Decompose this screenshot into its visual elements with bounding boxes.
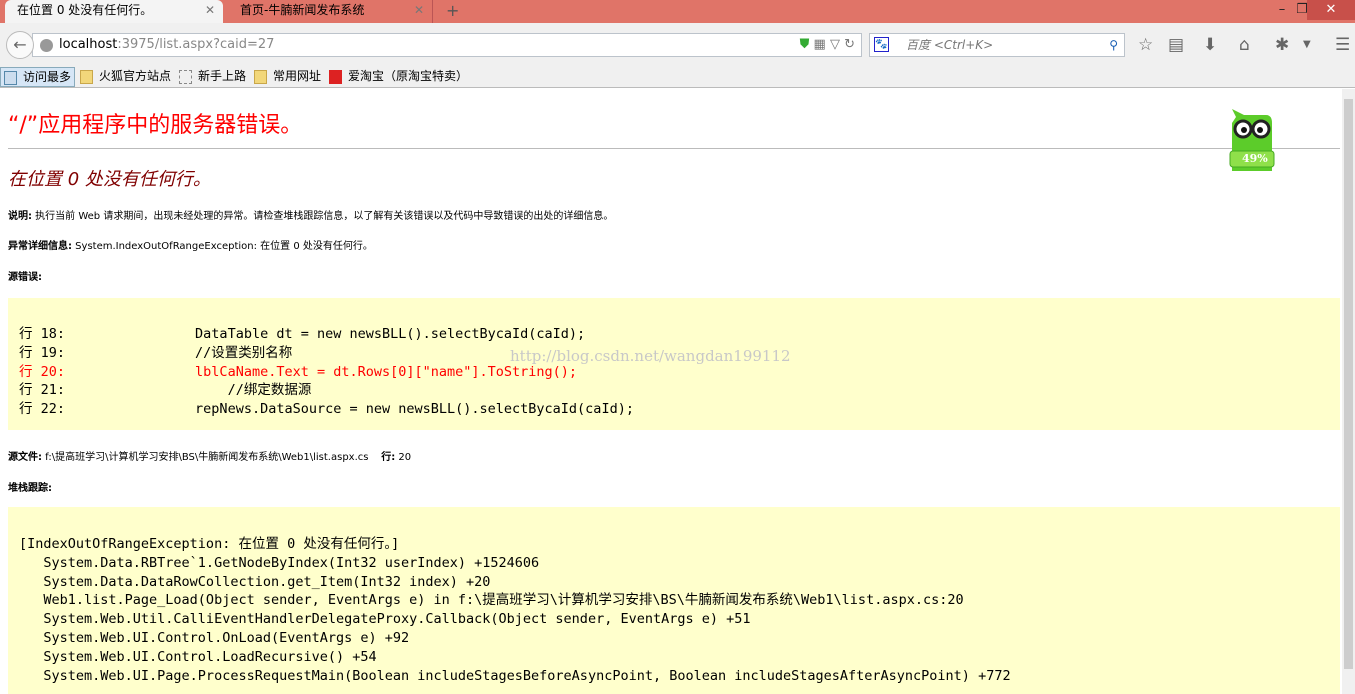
stack-line: System.Data.RBTree`1.GetNodeByIndex(Int3… — [19, 554, 540, 571]
search-input[interactable]: 🐾 百度 <Ctrl+K> ⚲ — [869, 33, 1125, 57]
tab-bar: 在位置 0 处没有任何行。 ✕ 首页-牛腩新闻发布系统 ✕ + – ❐ ✕ — [0, 0, 1355, 23]
bookmark-label: 常用网址 — [273, 69, 322, 83]
bookmark-star-icon[interactable]: ☆ — [1138, 35, 1153, 55]
download-icon[interactable]: ⬇ — [1203, 35, 1217, 55]
label: 行: — [381, 452, 396, 463]
addon-icon[interactable]: ✱ — [1275, 35, 1289, 55]
source-file: 源文件: f:\提高班学习\计算机学习安排\BS\牛腩新闻发布系统\Web1\l… — [8, 448, 411, 463]
text: 20 — [395, 452, 412, 463]
new-tab-button[interactable]: + — [446, 0, 459, 21]
bookmark-label: 爱淘宝（原淘宝特卖） — [348, 69, 469, 83]
text: 执行当前 Web 请求期间，出现未经处理的异常。请检查堆栈跟踪信息，以了解有关该… — [32, 211, 614, 222]
search-icon[interactable]: ⚲ — [1109, 34, 1118, 56]
stack-line: System.Web.UI.Page.ProcessRequestMain(Bo… — [19, 667, 1011, 684]
home-icon[interactable]: ⌂ — [1239, 35, 1250, 55]
bookmark-firefox-site[interactable]: 火狐官方站点 — [77, 67, 171, 87]
text: System.IndexOutOfRangeException: 在位置 0 处… — [72, 241, 373, 252]
mascot-percent: 49% — [1242, 152, 1268, 165]
bookmark-common-sites[interactable]: 常用网址 — [251, 67, 321, 87]
code-line: 行 21: //绑定数据源 — [19, 382, 312, 399]
source-error-heading: 源错误: — [8, 268, 42, 283]
code-line: 行 22: repNews.DataSource = new newsBLL()… — [19, 401, 634, 418]
shield-icon[interactable]: ⛊ — [800, 37, 810, 52]
close-window-button[interactable]: ✕ — [1307, 0, 1355, 20]
label: 异常详细信息: — [8, 241, 72, 252]
reload-icon[interactable]: ↻ — [844, 37, 855, 52]
exception-details: 异常详细信息: System.IndexOutOfRangeException:… — [8, 237, 373, 252]
url-path: :3975/list.aspx?caid=27 — [117, 37, 275, 52]
tab-label: 首页-牛腩新闻发布系统 — [240, 3, 365, 17]
stack-line: System.Data.DataRowCollection.get_Item(I… — [19, 573, 491, 590]
stack-line: System.Web.Util.CalliEventHandlerDelegat… — [19, 611, 751, 628]
code-line-error: 行 20: lblCaName.Text = dt.Rows[0]["name"… — [19, 363, 578, 380]
menu-icon[interactable]: ☰ — [1335, 35, 1350, 55]
globe-icon — [40, 39, 53, 52]
error-subtitle: 在位置 0 处没有任何行。 — [8, 169, 211, 190]
bookmark-taobao[interactable]: 爱淘宝（原淘宝特卖） — [326, 67, 468, 87]
stack-line: [IndexOutOfRangeException: 在位置 0 处没有任何行。… — [19, 536, 400, 552]
search-page-icon — [4, 71, 17, 85]
tab-error-page[interactable]: 在位置 0 处没有任何行。 ✕ — [5, 0, 223, 23]
label: 源错误: — [8, 272, 42, 283]
dashed-page-icon — [179, 70, 192, 84]
bookmark-getting-started[interactable]: 新手上路 — [176, 67, 246, 87]
search-placeholder: 百度 <Ctrl+K> — [906, 38, 994, 52]
folder-icon — [254, 70, 267, 84]
label: 说明: — [8, 211, 32, 222]
scrollbar-thumb[interactable] — [1344, 99, 1353, 669]
nav-bar: localhost:3975/list.aspx?caid=27 ⛊ ▦ ▽ ↻… — [0, 23, 1355, 66]
label: 源文件: — [8, 452, 42, 463]
close-tab-icon[interactable]: ✕ — [205, 0, 215, 21]
page-content: “/”应用程序中的服务器错误。 在位置 0 处没有任何行。 49% 说明: 执行… — [0, 89, 1342, 694]
bookmark-label: 火狐官方站点 — [99, 69, 172, 83]
label: 堆栈跟踪: — [8, 483, 52, 494]
dropdown-icon[interactable]: ▽ — [830, 37, 840, 52]
divider — [8, 148, 1340, 149]
baidu-paw-icon[interactable]: 🐾 — [874, 37, 889, 52]
reading-list-icon[interactable]: ▤ — [1168, 35, 1184, 55]
stack-line: System.Web.UI.Control.OnLoad(EventArgs e… — [19, 629, 410, 646]
tab-news-home[interactable]: 首页-牛腩新闻发布系统 ✕ — [228, 0, 433, 23]
bookmark-label: 新手上路 — [198, 69, 247, 83]
qr-code-icon[interactable]: ▦ — [814, 37, 826, 52]
watermark: http://blog.csdn.net/wangdan199112 — [510, 347, 791, 365]
page-title: “/”应用程序中的服务器错误。 — [8, 113, 303, 138]
mascot-logo[interactable]: 49% — [1222, 107, 1282, 179]
back-button[interactable]: ← — [6, 31, 34, 59]
text: f:\提高班学习\计算机学习安排\BS\牛腩新闻发布系统\Web1\list.a… — [42, 452, 369, 463]
description: 说明: 执行当前 Web 请求期间，出现未经处理的异常。请检查堆栈跟踪信息，以了… — [8, 207, 613, 222]
code-line: 行 18: DataTable dt = new newsBLL().selec… — [19, 326, 586, 342]
vertical-scrollbar[interactable] — [1342, 89, 1355, 694]
close-tab-icon[interactable]: ✕ — [414, 0, 424, 21]
bookmark-most-visited[interactable]: 访问最多 — [0, 67, 76, 87]
taobao-icon — [329, 70, 342, 84]
bookmarks-bar: 访问最多 火狐官方站点 新手上路 常用网址 爱淘宝（原淘宝特卖） — [0, 66, 1355, 88]
stack-line: System.Web.UI.Control.LoadRecursive() +5… — [19, 648, 377, 665]
chevron-down-icon[interactable]: ▼ — [1303, 39, 1311, 50]
stack-trace-heading: 堆栈跟踪: — [8, 479, 52, 494]
stack-trace-box: [IndexOutOfRangeException: 在位置 0 处没有任何行。… — [8, 507, 1340, 694]
stack-line: Web1.list.Page_Load(Object sender, Event… — [19, 592, 964, 609]
url-host: localhost — [59, 37, 118, 52]
tab-label: 在位置 0 处没有任何行。 — [17, 3, 153, 17]
folder-icon — [80, 70, 93, 84]
bookmark-label: 访问最多 — [23, 70, 72, 84]
url-bar[interactable]: localhost:3975/list.aspx?caid=27 ⛊ ▦ ▽ ↻ — [32, 33, 862, 57]
